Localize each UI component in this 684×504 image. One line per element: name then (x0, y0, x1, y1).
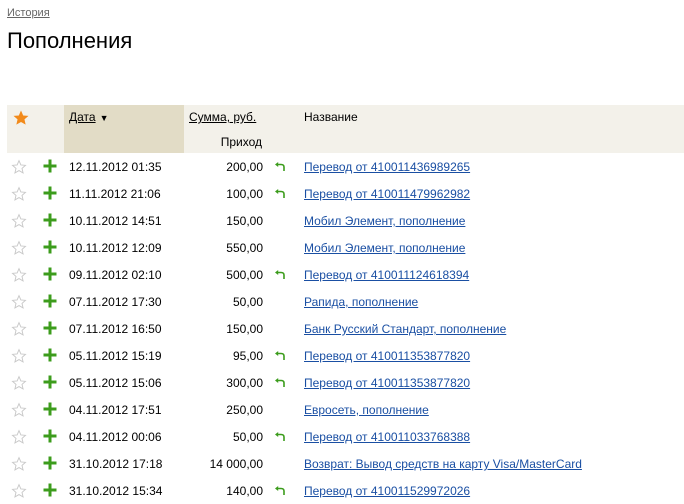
row-name-link[interactable]: Рапида, пополнение (304, 295, 418, 309)
return-arrow-icon[interactable] (274, 269, 286, 281)
row-name-link[interactable]: Перевод от 410011033768388 (304, 430, 470, 444)
row-name-link[interactable]: Перевод от 410011436989265 (304, 160, 470, 174)
plus-icon (43, 483, 57, 497)
star-outline-icon[interactable] (11, 159, 27, 175)
row-amount: 150,00 (226, 214, 263, 228)
sort-down-icon: ▼ (99, 113, 109, 123)
plus-icon (43, 240, 57, 254)
row-date: 04.11.2012 00:06 (69, 430, 162, 444)
row-date: 07.11.2012 16:50 (69, 322, 162, 336)
plus-icon (43, 294, 57, 308)
star-outline-icon[interactable] (11, 240, 27, 256)
income-subheader: Приход (220, 135, 262, 149)
breadcrumb-history[interactable]: История (7, 7, 50, 19)
star-outline-icon[interactable] (11, 483, 27, 499)
row-name-link[interactable]: Перевод от 410011479962982 (304, 187, 470, 201)
plus-icon (43, 456, 57, 470)
row-name-link[interactable]: Евросеть, пополнение (304, 403, 429, 417)
table-row: 05.11.2012 15:19 95,00 Перевод от 41001135… (7, 342, 684, 369)
row-name-link[interactable]: Банк Русский Стандарт, пополнение (304, 322, 506, 336)
row-name-link[interactable]: Перевод от 410011529972026 (304, 484, 470, 498)
row-date: 10.11.2012 14:51 (69, 214, 162, 228)
table-row: 10.11.2012 12:09 550,00 Мобил Элемент, поп… (7, 234, 684, 261)
return-arrow-icon[interactable] (274, 431, 286, 443)
star-outline-icon[interactable] (11, 267, 27, 283)
row-name-link[interactable]: Возврат: Вывод средств на карту Visa/Mas… (304, 457, 582, 471)
table-row: 31.10.2012 15:34 140,00 Перевод от 4100115… (7, 477, 684, 504)
row-date: 05.11.2012 15:06 (69, 376, 162, 390)
row-amount: 500,00 (226, 268, 263, 282)
plus-icon (43, 402, 57, 416)
row-date: 11.11.2012 21:06 (69, 187, 161, 201)
row-amount: 50,00 (232, 295, 263, 309)
table-row: 04.11.2012 17:51 250,00 Евросеть, пополнен… (7, 396, 684, 423)
date-column-label: Дата (69, 110, 96, 124)
return-arrow-icon[interactable] (274, 485, 286, 497)
row-amount: 250,00 (226, 403, 263, 417)
star-outline-icon[interactable] (11, 321, 27, 337)
row-amount: 95,00 (232, 349, 263, 363)
transactions-table: Дата ▼ Сумма, руб. Приход Название 12.11.… (7, 105, 684, 504)
table-header: Дата ▼ Сумма, руб. Приход Название (7, 105, 684, 153)
sum-column-header[interactable]: Сумма, руб. (189, 110, 256, 124)
plus-icon (43, 348, 57, 362)
plus-icon (43, 375, 57, 389)
row-date: 31.10.2012 15:34 (69, 484, 163, 498)
star-outline-icon[interactable] (11, 402, 27, 418)
plus-icon (43, 213, 57, 227)
star-outline-icon[interactable] (11, 375, 27, 391)
row-name-link[interactable]: Перевод от 410011124618394 (304, 268, 469, 282)
plus-icon (43, 159, 57, 173)
row-name-link[interactable]: Мобил Элемент, пополнение (304, 241, 465, 255)
row-date: 04.11.2012 17:51 (69, 403, 162, 417)
table-body: 12.11.2012 01:35 200,00 Перевод от 4100114… (7, 153, 684, 504)
table-row: 09.11.2012 02:10 500,00 Перевод от 4100111… (7, 261, 684, 288)
row-amount: 300,00 (226, 376, 263, 390)
star-outline-icon[interactable] (11, 348, 27, 364)
table-row: 11.11.2012 21:06 100,00 Перевод от 4100114… (7, 180, 684, 207)
row-date: 07.11.2012 17:30 (69, 295, 162, 309)
row-date: 12.11.2012 01:35 (69, 160, 162, 174)
date-column-header[interactable]: Дата ▼ (69, 110, 109, 124)
star-outline-icon[interactable] (11, 294, 27, 310)
row-amount: 50,00 (232, 430, 263, 444)
row-name-link[interactable]: Мобил Элемент, пополнение (304, 214, 465, 228)
return-arrow-icon[interactable] (274, 161, 286, 173)
table-row: 07.11.2012 16:50 150,00 Банк Русский Станд… (7, 315, 684, 342)
table-row: 07.11.2012 17:30 50,00 Рапида, пополнение (7, 288, 684, 315)
star-outline-icon[interactable] (11, 213, 27, 229)
row-amount: 100,00 (226, 187, 263, 201)
plus-icon (43, 429, 57, 443)
table-row: 12.11.2012 01:35 200,00 Перевод от 4100114… (7, 153, 684, 180)
star-outline-icon[interactable] (11, 429, 27, 445)
page-title: Пополнения (7, 28, 133, 53)
table-row: 04.11.2012 00:06 50,00 Перевод от 41001103… (7, 423, 684, 450)
name-column-header: Название (304, 110, 358, 124)
table-row: 31.10.2012 17:18 14 000,00 Возврат: Вывод … (7, 450, 684, 477)
row-amount: 14 000,00 (209, 457, 263, 471)
table-row: 10.11.2012 14:51 150,00 Мобил Элемент, поп… (7, 207, 684, 234)
star-filled-icon[interactable] (12, 109, 30, 127)
plus-icon (43, 186, 57, 200)
row-name-link[interactable]: Перевод от 410011353877820 (304, 349, 470, 363)
row-date: 05.11.2012 15:19 (69, 349, 162, 363)
return-arrow-icon[interactable] (274, 188, 286, 200)
row-date: 31.10.2012 17:18 (69, 457, 163, 471)
star-outline-icon[interactable] (11, 456, 27, 472)
return-arrow-icon[interactable] (274, 350, 286, 362)
row-amount: 140,00 (226, 484, 263, 498)
row-amount: 550,00 (226, 241, 263, 255)
star-outline-icon[interactable] (11, 186, 27, 202)
return-arrow-icon[interactable] (274, 377, 286, 389)
plus-icon (43, 267, 57, 281)
plus-icon (43, 321, 57, 335)
row-date: 09.11.2012 02:10 (69, 268, 162, 282)
row-amount: 150,00 (226, 322, 263, 336)
table-row: 05.11.2012 15:06 300,00 Перевод от 4100113… (7, 369, 684, 396)
row-amount: 200,00 (226, 160, 263, 174)
row-date: 10.11.2012 12:09 (69, 241, 162, 255)
row-name-link[interactable]: Перевод от 410011353877820 (304, 376, 470, 390)
